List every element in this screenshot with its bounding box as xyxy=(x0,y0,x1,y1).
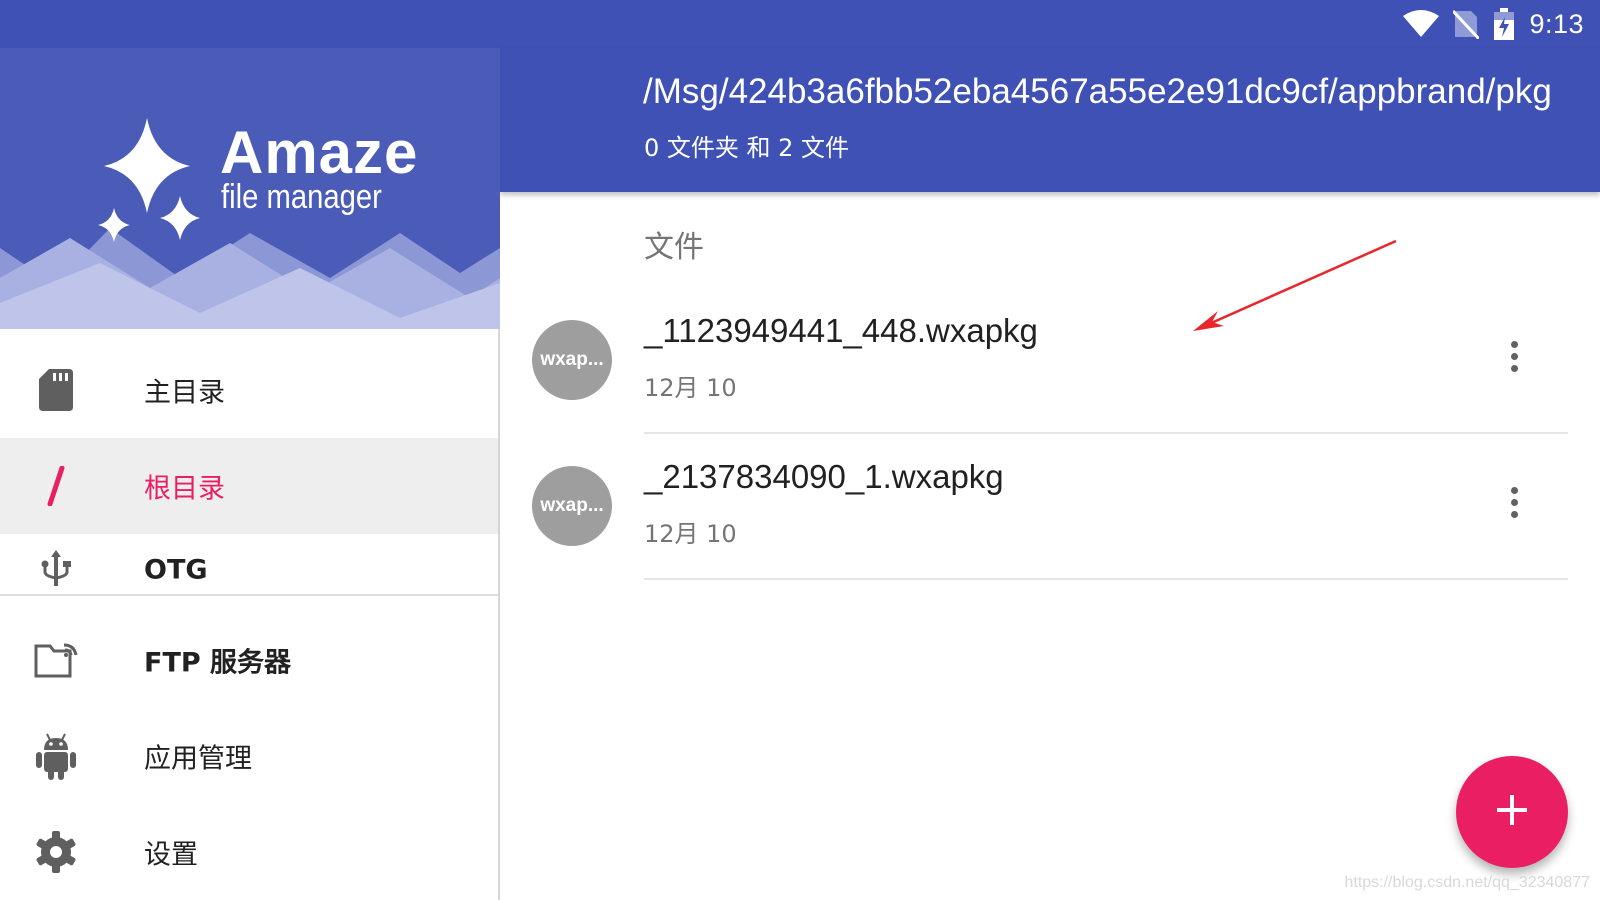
plus-icon xyxy=(1496,794,1528,830)
drawer-item-ftp[interactable]: FTP 服务器 xyxy=(0,612,498,708)
file-date: 12月 10 xyxy=(644,520,737,548)
drawer-item-label: 根目录 xyxy=(144,473,225,505)
android-icon xyxy=(34,733,78,780)
file-name: _1123949441_448.wxapkg xyxy=(644,312,1038,349)
app-bar: /Msg/424b3a6fbb52eba4567a55e2e91dc9cf/ap… xyxy=(500,48,1600,192)
file-row[interactable]: wxap... _2137834090_1.wxapkg 12月 10 xyxy=(500,436,1600,582)
drawer-item-label: 应用管理 xyxy=(144,743,252,775)
status-bar: 9:13 xyxy=(0,0,1600,48)
section-header-files: 文件 xyxy=(644,230,704,265)
battery-charging-icon xyxy=(1493,8,1515,40)
file-name: _2137834090_1.wxapkg xyxy=(644,458,1004,495)
folder-summary: 0 文件夹 和 2 文件 xyxy=(644,134,850,162)
drawer-item-label: OTG xyxy=(144,554,208,586)
more-vert-icon[interactable] xyxy=(1490,472,1538,532)
no-sim-icon xyxy=(1453,9,1480,39)
slash-icon xyxy=(34,464,78,508)
sd-card-icon xyxy=(34,368,78,412)
status-icons: 9:13 xyxy=(1403,0,1584,48)
more-vert-icon[interactable] xyxy=(1490,326,1538,386)
drawer-item-app-manager[interactable]: 应用管理 xyxy=(0,708,498,804)
file-thumbnail: wxap... xyxy=(532,466,612,546)
usb-icon xyxy=(34,548,78,592)
add-fab-button[interactable] xyxy=(1456,756,1568,868)
drawer-item-label: 主目录 xyxy=(144,377,225,409)
row-divider xyxy=(644,578,1568,580)
drawer-header: Amaze file manager xyxy=(0,48,500,329)
drawer-item-otg[interactable]: OTG xyxy=(0,534,498,594)
navigation-drawer: Amaze file manager 主目录 根目录 OTG FTP 服务器 应… xyxy=(0,48,500,900)
file-thumbnail: wxap... xyxy=(532,320,612,400)
drawer-item-label: 设置 xyxy=(144,839,198,871)
ftp-folder-icon xyxy=(34,638,78,682)
current-path[interactable]: /Msg/424b3a6fbb52eba4567a55e2e91dc9cf/ap… xyxy=(643,72,1583,112)
brand-title: Amaze xyxy=(220,119,419,186)
gear-icon xyxy=(34,830,78,874)
drawer-divider xyxy=(0,594,498,596)
status-time: 9:13 xyxy=(1529,8,1584,39)
drawer-item-label: FTP 服务器 xyxy=(144,647,292,679)
drawer-item-root[interactable]: 根目录 xyxy=(0,438,498,534)
drawer-item-settings[interactable]: 设置 xyxy=(0,804,498,900)
app-root: 9:13 /Msg/424b3a6fbb52eba4567a55e2e91dc9… xyxy=(0,0,1600,900)
watermark: https://blog.csdn.net/qq_32340877 xyxy=(1344,874,1590,891)
drawer-item-home[interactable]: 主目录 xyxy=(0,342,498,438)
row-divider xyxy=(644,432,1568,434)
file-date: 12月 10 xyxy=(644,374,737,402)
wifi-icon xyxy=(1403,10,1440,38)
brand-subtitle: file manager xyxy=(221,178,382,216)
file-row[interactable]: wxap... _1123949441_448.wxapkg 12月 10 xyxy=(500,290,1600,436)
